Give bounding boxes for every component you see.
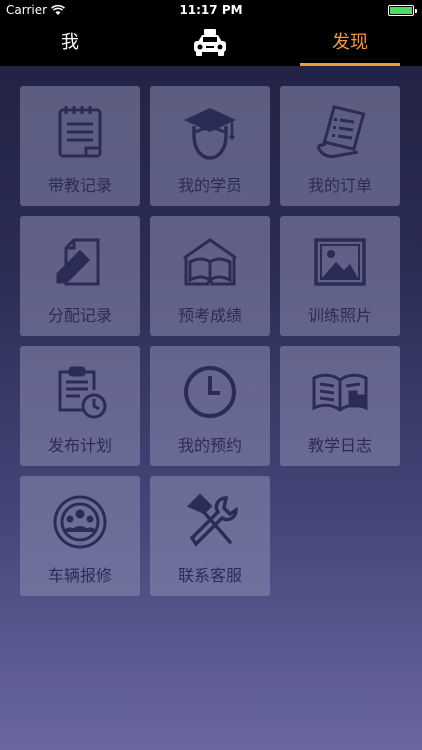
tile-my-students[interactable]: 我的学员 (150, 86, 270, 206)
tile-label: 发布计划 (47, 436, 112, 455)
tools-icon (186, 493, 238, 547)
tile-label: 车辆报修 (47, 566, 112, 585)
tile-teaching-records[interactable]: 带教记录 (20, 86, 140, 206)
status-bar: Carrier 11:17 PM (0, 0, 422, 22)
tile-label: 训练照片 (307, 306, 372, 325)
tile-training-photos[interactable]: 训练照片 (280, 216, 400, 336)
tab-discover[interactable]: 发现 (300, 22, 400, 66)
tile-label: 我的订单 (307, 176, 372, 195)
steering-wheel-icon (53, 495, 107, 549)
receipt-icon (316, 105, 366, 158)
tile-label: 分配记录 (47, 306, 112, 325)
tile-contact-support[interactable]: 联系客服 (150, 476, 270, 596)
tile-label: 我的预约 (177, 436, 242, 455)
tile-label: 我的学员 (177, 176, 242, 195)
notebook-icon (58, 106, 102, 158)
tile-mock-exam-scores[interactable]: 预考成绩 (150, 216, 270, 336)
book-pointer-icon (312, 373, 368, 412)
tile-vehicle-repair[interactable]: 车辆报修 (20, 476, 140, 596)
open-book-icon (183, 238, 237, 286)
tile-publish-plan[interactable]: 发布计划 (20, 346, 140, 466)
tile-label: 联系客服 (177, 566, 242, 585)
clipboard-clock-icon (58, 366, 107, 419)
tile-teaching-log[interactable]: 教学日志 (280, 346, 400, 466)
taxi-icon (194, 29, 226, 56)
tile-assignment-records[interactable]: 分配记录 (20, 216, 140, 336)
top-navbar: 我 发现 (0, 22, 422, 66)
tile-label: 教学日志 (307, 436, 372, 455)
photo-icon (314, 238, 366, 286)
tile-my-appointments[interactable]: 我的预约 (150, 346, 270, 466)
active-tab-indicator (300, 63, 400, 66)
battery-level (390, 7, 412, 14)
clock-icon (184, 366, 236, 418)
tab-me[interactable]: 我 (40, 22, 100, 66)
tile-label: 预考成绩 (177, 306, 242, 325)
graduate-icon (184, 108, 236, 160)
tile-my-orders[interactable]: 我的订单 (280, 86, 400, 206)
tile-label: 带教记录 (47, 176, 112, 195)
status-time: 11:17 PM (179, 3, 243, 17)
battery-icon (388, 5, 417, 16)
tab-discover-label: 发现 (332, 32, 368, 53)
edit-document-icon (56, 238, 100, 286)
